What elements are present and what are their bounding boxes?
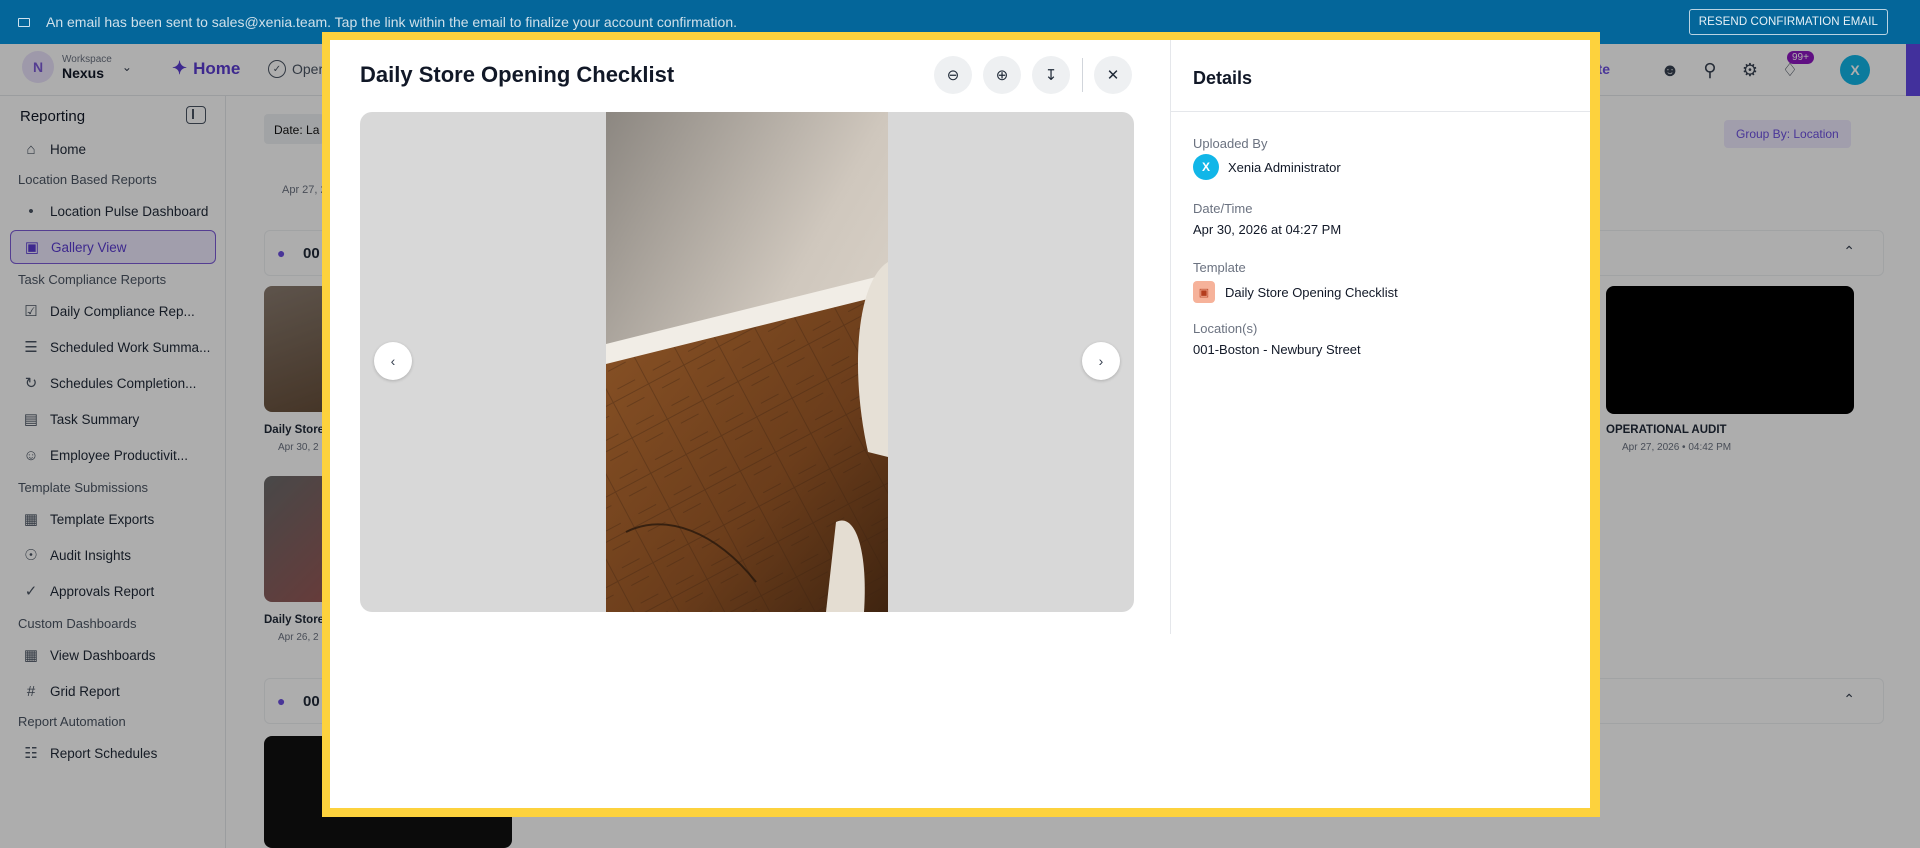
template-name: Daily Store Opening Checklist <box>1225 284 1398 300</box>
close-icon[interactable]: ✕ <box>1094 56 1132 94</box>
banner-message: An email has been sent to sales@xenia.te… <box>46 14 737 30</box>
image-preview-modal: Daily Store Opening Checklist ⊖ ⊕ ↧ ✕ ‹ … <box>330 40 1590 808</box>
zoom-out-icon[interactable]: ⊖ <box>934 56 972 94</box>
toolbar-divider <box>1082 58 1083 92</box>
datetime-value: Apr 30, 2026 at 04:27 PM <box>1193 222 1342 237</box>
next-image-button[interactable]: › <box>1082 342 1120 380</box>
location-value: 001-Boston - Newbury Street <box>1193 342 1361 357</box>
locations-label: Location(s) <box>1193 321 1258 336</box>
previous-image-button[interactable]: ‹ <box>374 342 412 380</box>
details-heading: Details <box>1193 68 1253 88</box>
uploaded-by-label: Uploaded By <box>1193 136 1268 151</box>
preview-image[interactable] <box>606 112 888 612</box>
resend-confirmation-button[interactable]: RESEND CONFIRMATION EMAIL <box>1688 9 1888 35</box>
template-icon: ▣ <box>1193 281 1215 303</box>
datetime-label: Date/Time <box>1193 201 1253 216</box>
zoom-in-icon[interactable]: ⊕ <box>983 56 1021 94</box>
uploader-avatar: X <box>1193 154 1219 180</box>
uploaded-by-value: X Xenia Administrator <box>1193 154 1341 180</box>
image-viewer: ‹ › <box>360 112 1134 612</box>
modal-title: Daily Store Opening Checklist <box>360 62 675 87</box>
template-label: Template <box>1193 260 1246 275</box>
uploader-name: Xenia Administrator <box>1228 159 1341 175</box>
photo-floor-wall <box>606 112 888 612</box>
mail-icon <box>18 17 30 27</box>
details-panel: Details Uploaded By X Xenia Administrato… <box>1171 40 1590 634</box>
template-value: ▣ Daily Store Opening Checklist <box>1193 281 1398 303</box>
download-icon[interactable]: ↧ <box>1032 56 1070 94</box>
preview-pane: Daily Store Opening Checklist ⊖ ⊕ ↧ ✕ ‹ … <box>330 40 1170 634</box>
details-divider <box>1171 111 1590 112</box>
